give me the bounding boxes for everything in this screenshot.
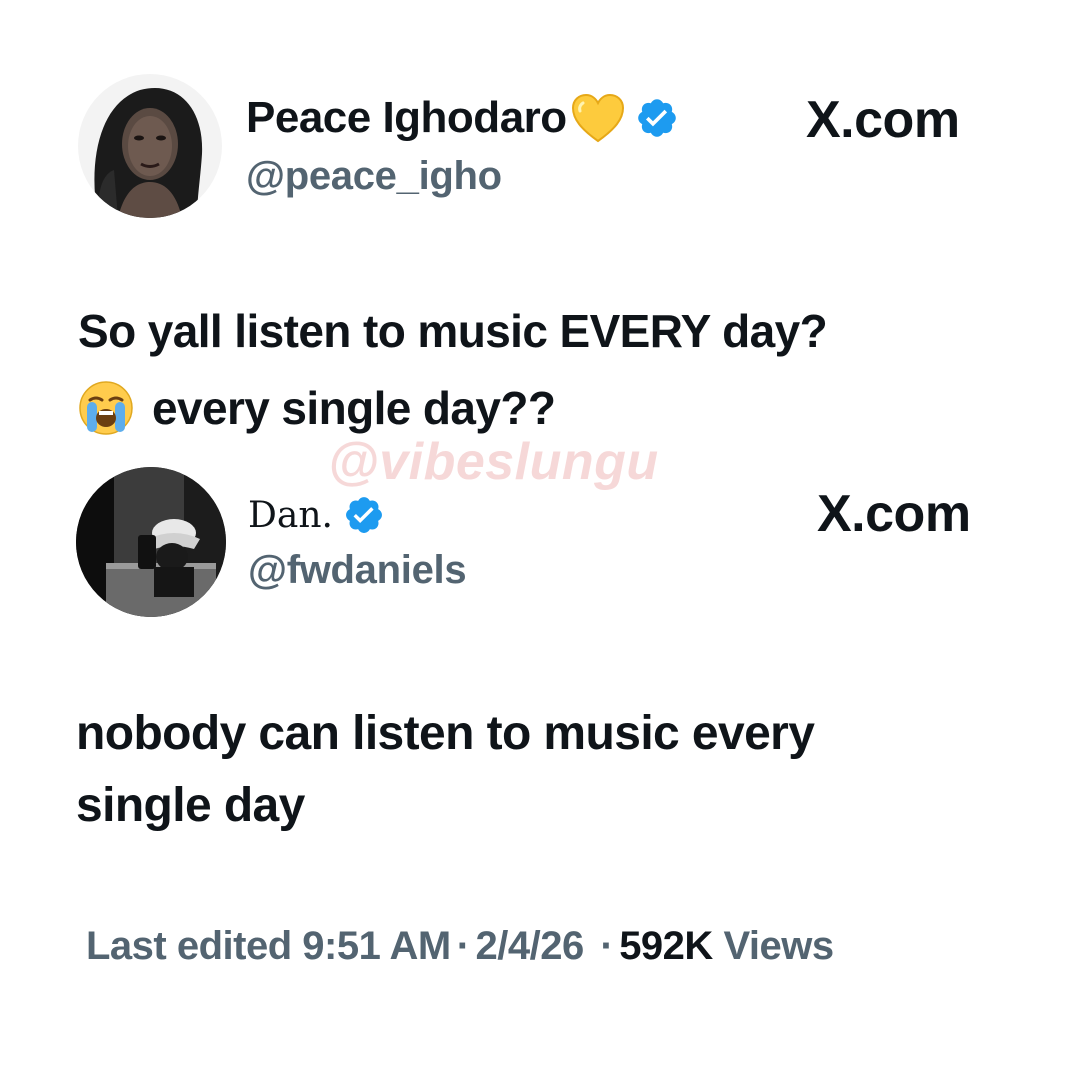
source-label: X.com [806,91,960,149]
meta-separator: · [600,924,614,968]
tweet-text-line: nobody can listen to music every [76,707,815,760]
tweet-text-line: every single day?? [78,380,556,436]
author-name-row: Dan. [248,488,385,542]
tweet-meta: Last edited 9:51 AM · 2/4/26 · 592K Views [86,926,834,966]
username-handle[interactable]: @peace_igho [246,154,502,199]
display-name[interactable]: Peace Ighodaro [246,93,567,143]
profile-photo-woman [78,74,222,218]
views-label: Views [723,924,834,968]
source-label: X.com [817,485,971,543]
tweet-text-segment: every single day?? [152,382,556,434]
last-edited-label[interactable]: Last edited [86,924,292,968]
yellow-heart-icon [571,93,625,143]
display-name[interactable]: Dan. [248,495,333,536]
verified-badge-icon [635,96,679,140]
tweet-date[interactable]: 2/4/26 [476,924,585,968]
views-count: 592K [619,924,713,968]
username-handle[interactable]: @fwdaniels [248,548,467,593]
author-name-row: Peace Ighodaro [246,88,679,148]
meta-separator: · [456,924,470,968]
tweet-text-line: So yall listen to music EVERY day? [78,305,828,357]
avatar[interactable] [76,467,226,617]
tweet-text-line: single day [76,779,305,832]
verified-badge-icon [343,494,385,536]
tweet-time[interactable]: 9:51 AM [302,924,451,968]
avatar[interactable] [78,74,222,218]
profile-photo-bucket-hat [76,467,226,617]
loudly-crying-face-icon [78,380,134,436]
watermark: @vibeslungu [328,433,659,491]
